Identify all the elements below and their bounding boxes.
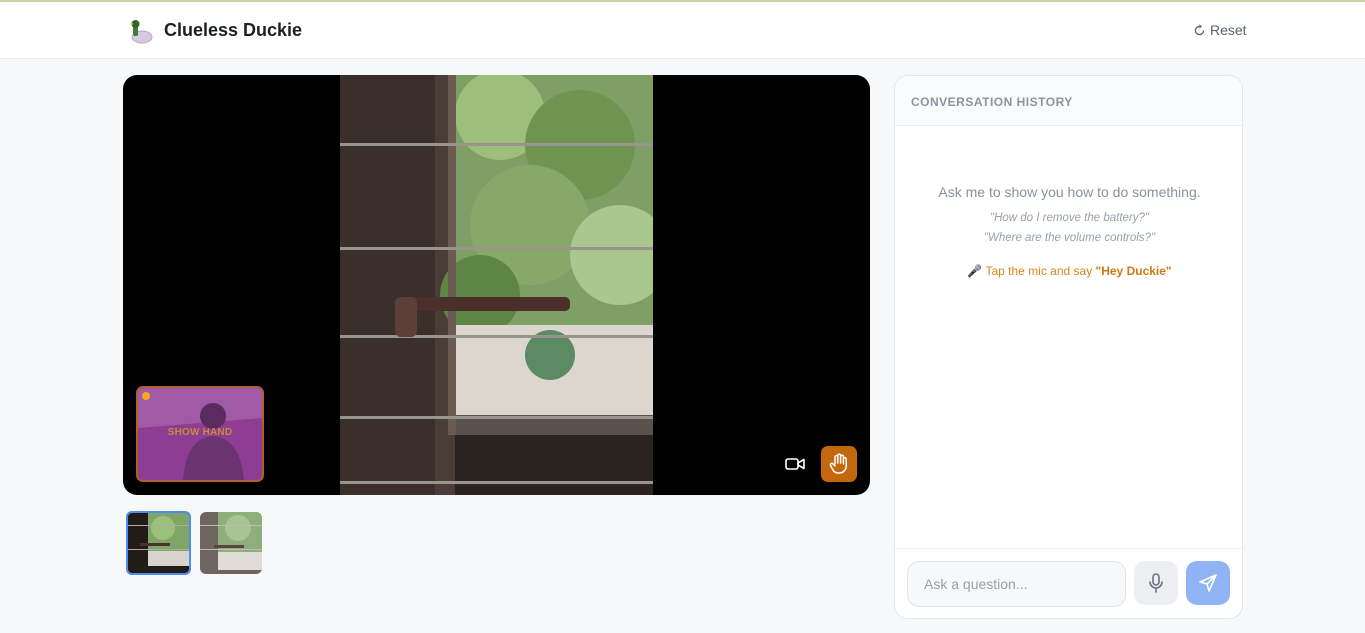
- example-question-1: "How do I remove the battery?": [989, 212, 1150, 224]
- app-title: Clueless Duckie: [164, 20, 303, 40]
- example-question-2: "Where are the volume controls?": [983, 232, 1156, 244]
- camera-feed: [340, 75, 653, 495]
- thumbnail-2[interactable]: [200, 512, 262, 574]
- send-button[interactable]: [1186, 561, 1230, 605]
- send-icon: [1199, 574, 1217, 592]
- show-hand-label: SHOW HAND: [167, 427, 233, 438]
- duck-logo-icon: [130, 20, 153, 44]
- refresh-icon: [1194, 23, 1205, 35]
- mic-button[interactable]: [1134, 561, 1178, 605]
- conversation-panel: CONVERSATION HISTORY Ask me to show you …: [894, 75, 1243, 619]
- mic-hint-prefix: Tap the mic and say: [985, 264, 1096, 278]
- recording-indicator: [142, 392, 150, 400]
- chat-input-bar: [895, 548, 1242, 618]
- show-hand-button[interactable]: [821, 446, 857, 482]
- microphone-small-icon: 🎤: [967, 264, 983, 278]
- conversation-title: CONVERSATION HISTORY: [911, 95, 1073, 109]
- reset-label: Reset: [1210, 22, 1247, 38]
- thumbnail-1[interactable]: [126, 511, 191, 575]
- mic-hint: 🎤 Tap the mic and say "Hey Duckie": [895, 264, 1242, 278]
- wake-phrase: "Hey Duckie": [1095, 264, 1172, 278]
- app-header: Clueless Duckie Reset: [0, 2, 1365, 59]
- conversation-header: CONVERSATION HISTORY: [895, 76, 1242, 126]
- hand-icon: [829, 453, 847, 474]
- empty-state-hint: Ask me to show you how to do something.: [938, 184, 1201, 200]
- video-camera-icon: [785, 458, 805, 470]
- microphone-icon: [1149, 573, 1163, 593]
- question-input[interactable]: [907, 561, 1126, 607]
- camera-toggle-button[interactable]: [781, 452, 809, 476]
- reset-button[interactable]: Reset: [1193, 22, 1247, 38]
